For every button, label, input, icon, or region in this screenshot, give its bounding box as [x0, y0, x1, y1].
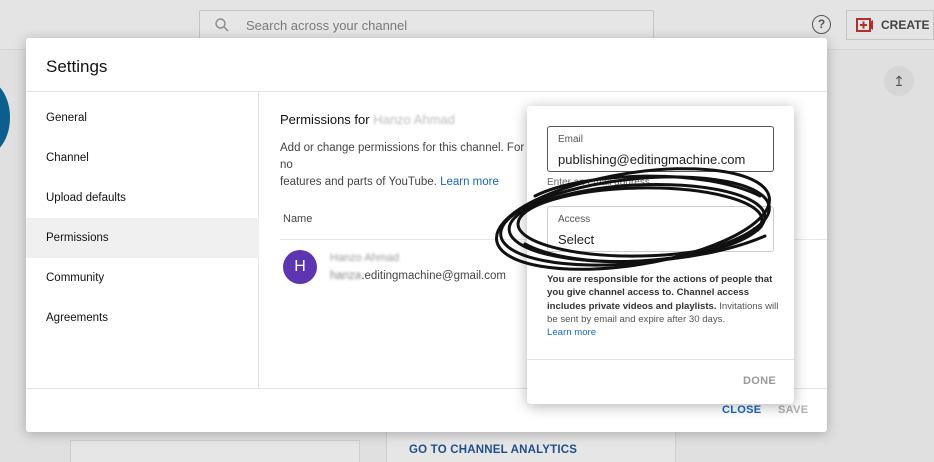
- notice-learn-more-link[interactable]: Learn more: [547, 327, 596, 338]
- chevron-down-icon: [753, 227, 763, 232]
- permissions-description: Add or change permissions for this chann…: [280, 140, 540, 191]
- search-placeholder: Search across your channel: [246, 17, 408, 33]
- search-icon: [215, 18, 229, 32]
- help-icon[interactable]: ?: [812, 15, 831, 34]
- user-name: Hanzo Ahmad: [330, 252, 400, 264]
- channel-avatar: [0, 80, 10, 155]
- user-email-suffix: .editingmachine@gmail.com: [361, 270, 506, 282]
- nav-item-agreements[interactable]: Agreements: [26, 298, 259, 338]
- learn-more-link[interactable]: Learn more: [440, 176, 499, 188]
- save-button[interactable]: SAVE: [778, 404, 808, 416]
- video-plus-icon: [856, 18, 873, 32]
- nav-item-upload-defaults[interactable]: Upload defaults: [26, 178, 259, 218]
- dialog-title: Settings: [46, 57, 108, 76]
- user-avatar: H: [283, 250, 317, 284]
- permissions-title: Permissions for Hanzo Ahmad: [280, 112, 455, 127]
- email-hint: Enter an email address: [547, 177, 650, 188]
- divider: [527, 359, 794, 360]
- nav-item-general[interactable]: General: [26, 98, 259, 138]
- access-select[interactable]: Access Select: [547, 206, 774, 252]
- email-value[interactable]: publishing@editingmachine.com: [558, 152, 745, 167]
- done-button[interactable]: DONE: [743, 375, 776, 387]
- access-notice: You are responsible for the actions of p…: [547, 273, 779, 339]
- email-field[interactable]: Email publishing@editingmachine.com: [547, 126, 774, 172]
- channel-analytics-link[interactable]: GO TO CHANNEL ANALYTICS: [409, 444, 577, 456]
- create-label: CREATE: [881, 18, 930, 32]
- bg-card-left: [70, 440, 360, 462]
- invite-popup: Email publishing@editingmachine.com Ente…: [527, 106, 794, 404]
- close-button[interactable]: CLOSE: [722, 404, 761, 416]
- permissions-title-name: Hanzo Ahmad: [373, 112, 455, 127]
- create-button[interactable]: CREATE: [846, 10, 934, 40]
- user-email: hanza.editingmachine@gmail.com: [330, 270, 506, 282]
- search-bar[interactable]: Search across your channel: [199, 10, 654, 40]
- settings-nav: General Channel Upload defaults Permissi…: [26, 92, 259, 388]
- permissions-title-prefix: Permissions for: [280, 112, 370, 127]
- email-label: Email: [558, 134, 584, 145]
- access-value: Select: [558, 232, 595, 247]
- column-header-name: Name: [283, 213, 313, 225]
- user-email-prefix: hanza: [330, 270, 362, 282]
- permissions-desc-line1: Add or change permissions for this chann…: [280, 142, 525, 171]
- nav-item-community[interactable]: Community: [26, 258, 259, 298]
- nav-item-channel[interactable]: Channel: [26, 138, 259, 178]
- upload-icon[interactable]: ↥: [884, 66, 914, 96]
- access-label: Access: [558, 214, 591, 225]
- permissions-desc-line2: features and parts of YouTube.: [280, 176, 437, 188]
- nav-item-permissions[interactable]: Permissions: [26, 218, 259, 258]
